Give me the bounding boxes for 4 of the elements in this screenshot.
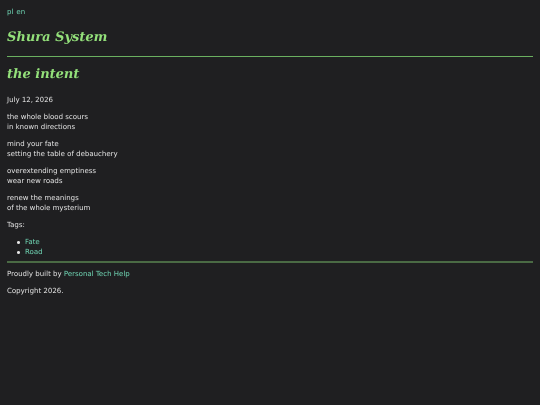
bullet-icon (17, 250, 20, 254)
bullet-icon (17, 240, 20, 244)
post-title: the intent (7, 67, 80, 83)
site-title[interactable]: Shura System (7, 30, 533, 46)
